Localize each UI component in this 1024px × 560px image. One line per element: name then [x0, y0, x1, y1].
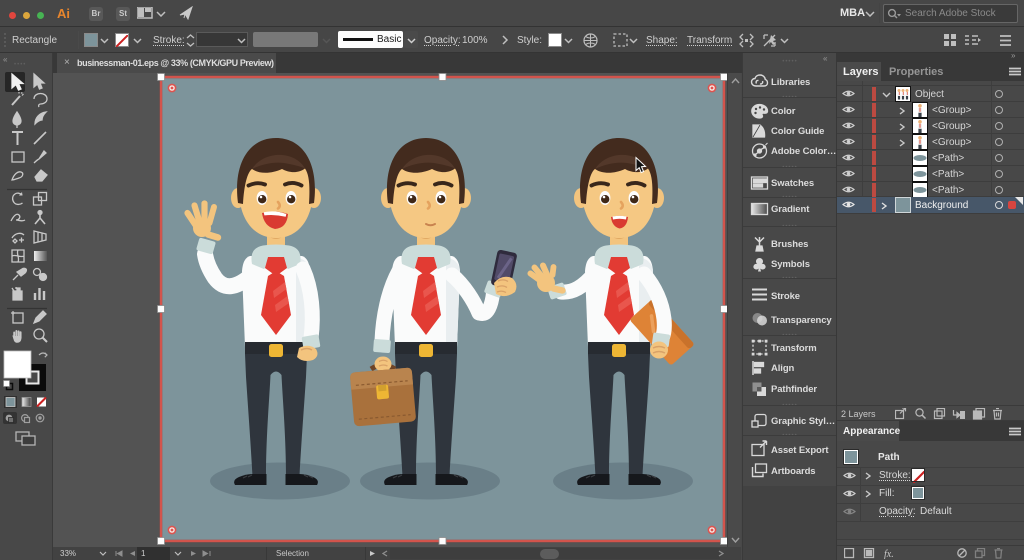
svg-text:fx.: fx. [884, 549, 894, 559]
